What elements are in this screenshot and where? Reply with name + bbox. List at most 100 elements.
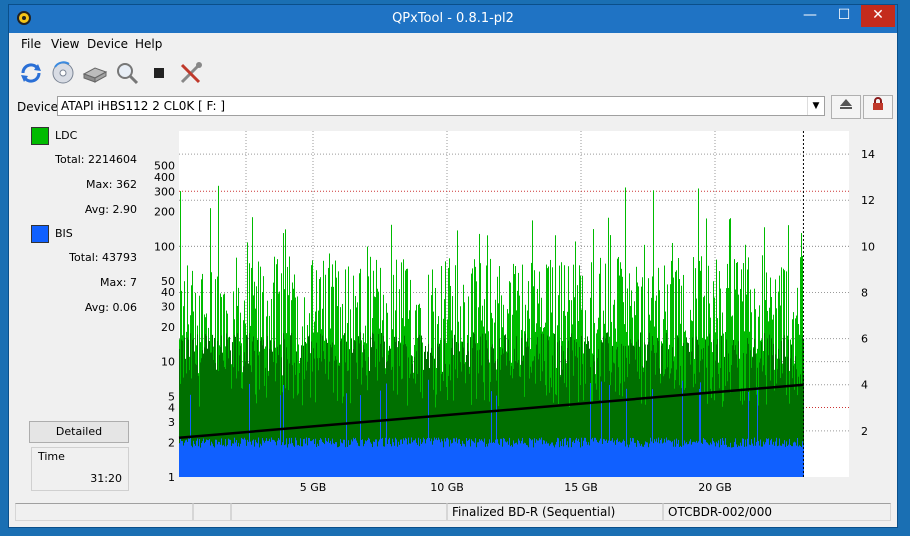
y-left-tick-label: 1 — [168, 471, 175, 484]
bis-bar — [325, 437, 326, 477]
ldc-total: Total: 2214604 — [55, 153, 137, 166]
bis-bar — [518, 438, 519, 477]
bis-bar — [466, 438, 467, 477]
chevron-down-icon[interactable]: ▼ — [807, 97, 824, 115]
bis-bar — [212, 443, 213, 477]
bis-bar — [612, 438, 613, 477]
disc-scan-icon[interactable] — [49, 59, 77, 87]
bis-bar — [600, 438, 601, 477]
bis-bar — [458, 439, 459, 477]
bis-bar — [791, 446, 792, 477]
bis-bar — [337, 447, 338, 477]
bis-bar — [260, 443, 261, 477]
stop-icon[interactable] — [145, 59, 173, 87]
menu-help[interactable]: Help — [135, 37, 162, 51]
bis-bar — [633, 438, 634, 477]
device-select[interactable]: ATAPI iHBS112 2 CL0K [ F: ] ▼ — [57, 96, 825, 116]
bis-bar — [365, 440, 366, 477]
bis-bar — [718, 440, 719, 477]
bis-bar — [549, 445, 550, 477]
minimize-button[interactable]: — — [793, 5, 827, 27]
bis-bar — [423, 437, 424, 477]
bis-bar — [605, 440, 606, 477]
bis-bar — [546, 441, 547, 477]
bis-bar — [597, 442, 598, 477]
magnifier-icon[interactable] — [113, 59, 141, 87]
bis-bar — [316, 446, 317, 477]
bis-bar — [347, 446, 348, 477]
bis-bar — [663, 442, 664, 477]
bis-bar — [209, 439, 210, 477]
y-right-tick-label: 10 — [861, 240, 875, 253]
bis-bar — [542, 444, 543, 477]
tools-icon[interactable] — [177, 59, 205, 87]
bis-bar — [645, 441, 646, 477]
bis-bar — [335, 442, 336, 477]
refresh-icon[interactable] — [17, 59, 45, 87]
bis-bar — [210, 445, 211, 477]
bis-bar — [528, 447, 529, 477]
bis-bar — [269, 438, 270, 477]
eject-button[interactable] — [831, 95, 861, 119]
bis-bar — [405, 437, 406, 477]
bis-bar — [336, 442, 337, 477]
bis-bar — [729, 446, 730, 477]
bis-bar — [218, 441, 219, 477]
bis-bar — [758, 440, 759, 477]
bis-bar — [569, 437, 570, 477]
bis-bar — [629, 444, 630, 477]
bis-bar — [709, 445, 710, 477]
bis-bar — [275, 441, 276, 477]
bis-bar — [273, 439, 274, 477]
close-button[interactable]: ✕ — [861, 5, 895, 27]
bis-bar — [223, 444, 224, 477]
bis-bar — [285, 444, 286, 477]
bis-bar — [281, 445, 282, 477]
bis-bar — [449, 446, 450, 477]
bis-bar — [276, 445, 277, 477]
bis-bar — [730, 442, 731, 477]
bis-bar — [698, 441, 699, 477]
bis-bar — [746, 446, 747, 477]
bis-bar — [678, 439, 679, 477]
bis-bar — [469, 438, 470, 477]
bis-bar — [590, 383, 591, 477]
bis-bar — [499, 445, 500, 477]
bis-bar — [410, 443, 411, 477]
bis-bar — [270, 441, 271, 477]
y-left-tick-label: 100 — [154, 240, 175, 253]
lock-button[interactable] — [863, 95, 893, 119]
status-cell-1 — [15, 503, 193, 521]
menu-device[interactable]: Device — [87, 37, 128, 51]
bis-bar — [504, 438, 505, 477]
bis-bar — [717, 443, 718, 477]
bis-bar — [650, 437, 651, 477]
bis-bar — [715, 446, 716, 477]
menu-file[interactable]: File — [21, 37, 41, 51]
detailed-button[interactable]: Detailed — [29, 421, 129, 443]
menu-view[interactable]: View — [51, 37, 79, 51]
bis-bar — [461, 446, 462, 477]
bis-bar — [462, 440, 463, 477]
bis-bar — [644, 444, 645, 477]
title-bar[interactable]: QPxTool - 0.8.1-pl2 — ☐ ✕ — [9, 5, 897, 33]
bis-bar — [789, 438, 790, 477]
bis-bar — [484, 438, 485, 477]
bis-bar — [328, 438, 329, 477]
bis-bar — [727, 447, 728, 477]
bis-bar — [194, 443, 195, 477]
bis-bar — [767, 439, 768, 477]
bis-bar — [550, 444, 551, 477]
bis-bar — [349, 445, 350, 477]
maximize-button[interactable]: ☐ — [827, 5, 861, 27]
bis-bar — [646, 442, 647, 477]
bis-bar — [631, 441, 632, 477]
bis-bar — [756, 441, 757, 477]
bis-bar — [599, 440, 600, 477]
bis-bar — [548, 443, 549, 477]
bis-bar — [551, 442, 552, 477]
drive-icon[interactable] — [81, 59, 109, 87]
bis-bar — [413, 440, 414, 477]
bis-bar — [450, 439, 451, 477]
bis-bar — [777, 446, 778, 477]
